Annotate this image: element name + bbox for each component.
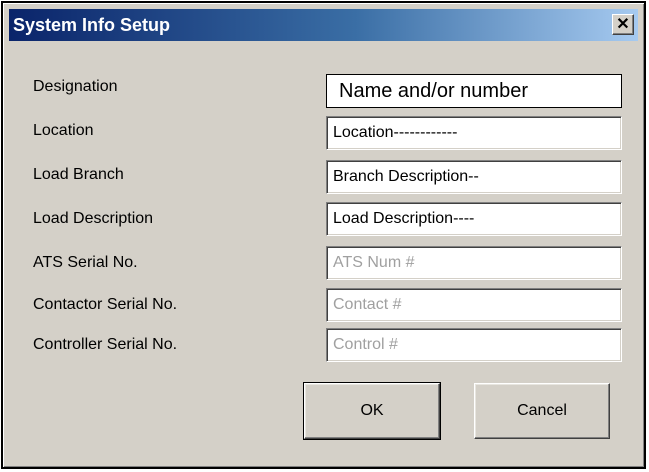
location-label: Location bbox=[33, 122, 94, 139]
close-button[interactable]: ✕ bbox=[612, 14, 634, 35]
designation-label: Designation bbox=[33, 78, 118, 95]
cancel-button[interactable]: Cancel bbox=[474, 383, 610, 439]
load-description-input[interactable]: Load Description---- bbox=[326, 202, 622, 236]
location-input[interactable]: Location------------ bbox=[326, 116, 622, 150]
window-title: System Info Setup bbox=[13, 15, 171, 35]
ats-serial-label: ATS Serial No. bbox=[33, 254, 138, 271]
load-description-label: Load Description bbox=[33, 210, 154, 227]
contactor-serial-input: Contact # bbox=[326, 288, 622, 322]
controller-serial-label: Controller Serial No. bbox=[33, 336, 178, 353]
designation-input[interactable]: Name and/or number bbox=[326, 74, 622, 108]
ok-button[interactable]: OK bbox=[303, 382, 441, 440]
load-branch-input[interactable]: Branch Description-- bbox=[326, 160, 622, 194]
ats-serial-input: ATS Num # bbox=[326, 246, 622, 280]
controller-serial-input: Control # bbox=[326, 328, 622, 362]
close-icon: ✕ bbox=[616, 16, 630, 33]
title-bar[interactable]: System Info Setup ✕ bbox=[9, 9, 638, 41]
load-branch-label: Load Branch bbox=[33, 166, 124, 183]
contactor-serial-label: Contactor Serial No. bbox=[33, 296, 178, 313]
